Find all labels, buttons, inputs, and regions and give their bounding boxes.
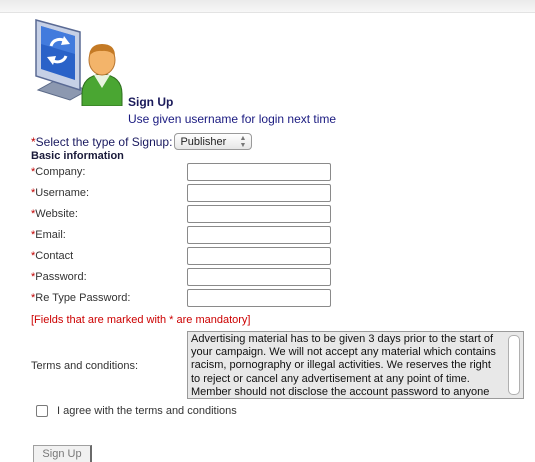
signup-type-selected: Publisher bbox=[180, 135, 227, 148]
username-label-text: Username: bbox=[35, 187, 90, 199]
contact-label: *Contact bbox=[31, 250, 73, 262]
terms-scrollbar[interactable] bbox=[508, 335, 520, 395]
website-input[interactable] bbox=[187, 205, 331, 223]
agree-label: I agree with the terms and conditions bbox=[57, 405, 237, 417]
email-label-text: Email: bbox=[35, 229, 66, 241]
username-input[interactable] bbox=[187, 184, 331, 202]
retype-password-label: *Re Type Password: bbox=[31, 292, 130, 304]
email-label: *Email: bbox=[31, 229, 66, 241]
company-label-text: Company: bbox=[35, 166, 86, 178]
signup-type-label: Select the type of Signup: bbox=[35, 134, 173, 149]
email-input[interactable] bbox=[187, 226, 331, 244]
top-bar bbox=[0, 0, 535, 13]
password-label-text: Password: bbox=[35, 271, 87, 283]
contact-input[interactable] bbox=[187, 247, 331, 265]
retype-password-label-text: Re Type Password: bbox=[35, 292, 131, 304]
website-label: *Website: bbox=[31, 208, 78, 220]
signup-type-row: * Select the type of Signup: Publisher ▲… bbox=[31, 133, 253, 150]
terms-text: Advertising material has to be given 3 d… bbox=[191, 333, 496, 398]
username-label: *Username: bbox=[31, 187, 89, 199]
terms-label: Terms and conditions: bbox=[31, 360, 138, 372]
password-input[interactable] bbox=[187, 268, 331, 286]
page-title: Sign Up bbox=[128, 95, 174, 109]
up-down-arrows-icon: ▲ ▼ bbox=[239, 135, 247, 149]
agree-checkbox[interactable] bbox=[36, 405, 48, 417]
agree-row: I agree with the terms and conditions bbox=[36, 405, 237, 417]
terms-textarea[interactable]: Advertising material has to be given 3 d… bbox=[187, 331, 524, 399]
retype-password-input[interactable] bbox=[187, 289, 331, 307]
company-label: *Company: bbox=[31, 166, 85, 178]
website-label-text: Website: bbox=[35, 208, 78, 220]
page-subtitle: Use given username for login next time bbox=[128, 112, 337, 126]
contact-label-text: Contact bbox=[35, 250, 74, 262]
section-title: Basic information bbox=[31, 150, 124, 162]
signup-page: Sign Up Use given username for login nex… bbox=[0, 0, 535, 462]
password-label: *Password: bbox=[31, 271, 87, 283]
company-input[interactable] bbox=[187, 163, 331, 181]
mandatory-note: [Fields that are marked with * are manda… bbox=[31, 314, 251, 326]
signup-button[interactable]: Sign Up bbox=[33, 445, 92, 462]
signup-type-select[interactable]: Publisher ▲ ▼ bbox=[174, 133, 253, 150]
monitor-user-refresh-icon bbox=[35, 19, 123, 106]
